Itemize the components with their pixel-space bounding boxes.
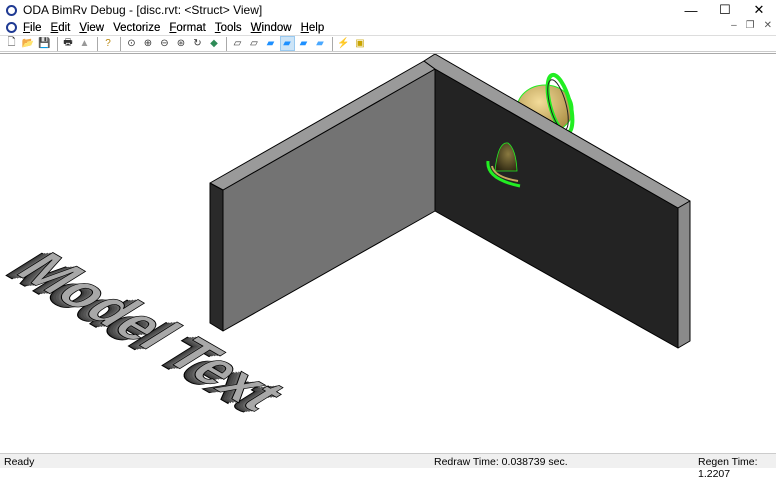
orbit-icon[interactable]: ↻ (190, 36, 205, 51)
menu-vectorize[interactable]: Vectorize Vectorize (113, 22, 160, 34)
menu-bar: File File Edit Edit View View Vectorize Vectori… (0, 20, 776, 35)
left-wall-end[interactable] (209, 182, 224, 332)
save-icon[interactable]: 💾 (37, 36, 52, 51)
menu-label-rest: iew (86, 21, 105, 34)
menu-accelerator: H (300, 21, 309, 34)
toolbar-separator (120, 36, 121, 51)
menu-window[interactable]: Window Window (251, 22, 292, 34)
menu-file[interactable]: File File (23, 22, 42, 34)
menu-accelerator-overlay: Tools (215, 22, 242, 34)
toolbar-separator (56, 36, 58, 51)
mdi-close-button[interactable]: ✕ (764, 20, 772, 31)
menu-accelerator-overlay: File (23, 22, 42, 34)
menu-label-rest: Vectorize (113, 21, 161, 34)
menu-accelerator-overlay: Help (301, 22, 325, 34)
menu-edit[interactable]: Edit Edit (51, 22, 71, 34)
menu-label-rest: dit (58, 21, 71, 34)
minimize-button[interactable]: — (674, 0, 708, 20)
menu-label-rest: indow (261, 21, 292, 34)
print-preview-icon[interactable]: ▲ (77, 36, 92, 51)
hidden-line-icon[interactable]: ▱ (247, 36, 262, 51)
menu-help[interactable]: Help Help (301, 22, 325, 34)
zoom-extents-icon[interactable]: ⊛ (174, 36, 189, 51)
regen-icon[interactable]: ⚡ (336, 36, 351, 51)
flat-shaded-edges-icon[interactable]: ▰ (296, 36, 311, 51)
menu-label-rest: ormat (176, 21, 206, 34)
flat-shaded-icon[interactable]: ▰ (263, 36, 278, 51)
help-icon[interactable]: ? (101, 36, 116, 51)
menu-label-rest: elp (308, 21, 325, 34)
status-ready: Ready (4, 456, 35, 468)
open-icon[interactable]: 📂 (21, 36, 36, 51)
status-regen-time: Regen Time: 1.2207 (698, 456, 758, 480)
mdi-restore-button[interactable]: ❐ (746, 20, 755, 31)
menu-label-rest: ools (220, 21, 242, 34)
menu-accelerator: F (23, 21, 31, 34)
title-bar: ODA BimRv Debug - [disc.rvt: <Struct> Vi… (0, 0, 776, 20)
window-title: ODA BimRv Debug - [disc.rvt: <Struct> Vi… (23, 3, 263, 17)
zoom-window-icon[interactable]: ⊙ (124, 36, 139, 51)
status-bar: Ready Redraw Time: 0.038739 sec. Regen T… (0, 453, 776, 480)
menu-accelerator: W (250, 21, 262, 34)
toolbar-separator (226, 36, 227, 51)
gouraud-shaded-icon[interactable]: ▰ (279, 36, 295, 51)
menu-label-rest: ile (30, 21, 42, 34)
new-icon[interactable]: 🗋 (4, 36, 19, 51)
menu-accelerator-overlay: View (79, 22, 104, 34)
menu-tools[interactable]: Tools Tools (215, 22, 242, 34)
menu-accelerator-overlay: Edit (51, 22, 71, 34)
app-logo-icon (6, 4, 17, 16)
mdi-minimize-button[interactable]: – (731, 20, 737, 31)
pan-icon[interactable]: ◆ (207, 36, 222, 51)
zoom-in-icon[interactable]: ⊕ (141, 36, 156, 51)
left-wall-front[interactable] (222, 68, 436, 332)
print-icon[interactable]: 🖶 (61, 36, 76, 51)
toolbar: 🗋 📂 💾 🖶 ▲? ⊙ ⊕ ⊖ ⊛ ↻ ◆ ▱ ▱ ▰ ▰ ▰ ▰ ⚡ ▣ (0, 35, 776, 52)
menu-accelerator-overlay: Format (169, 22, 205, 34)
gouraud-edges-icon[interactable]: ▰ (313, 36, 328, 51)
wireframe-icon[interactable]: ▱ (230, 36, 245, 51)
menu-accelerator-overlay: Window (251, 22, 292, 34)
menu-accelerator-overlay: Vectorize (113, 22, 160, 34)
toolbar-separator (332, 36, 333, 51)
properties-icon[interactable]: ▣ (353, 36, 368, 51)
zoom-out-icon[interactable]: ⊖ (157, 36, 172, 51)
maximize-button[interactable]: ☐ (708, 0, 742, 20)
toolbar-separator (96, 36, 98, 51)
close-button[interactable]: ✕ (742, 0, 776, 20)
menu-accelerator: V (79, 21, 87, 34)
scene[interactable]: Model Text Model Text Model Text Model T… (0, 53, 776, 454)
right-wall-end[interactable] (677, 200, 691, 349)
menu-view[interactable]: View View (79, 22, 104, 34)
status-redraw-time: Redraw Time: 0.038739 sec. (434, 456, 568, 468)
viewport[interactable]: Model Text Model Text Model Text Model T… (0, 53, 776, 453)
document-icon[interactable] (6, 22, 17, 33)
menu-format[interactable]: Format Format (169, 22, 205, 34)
